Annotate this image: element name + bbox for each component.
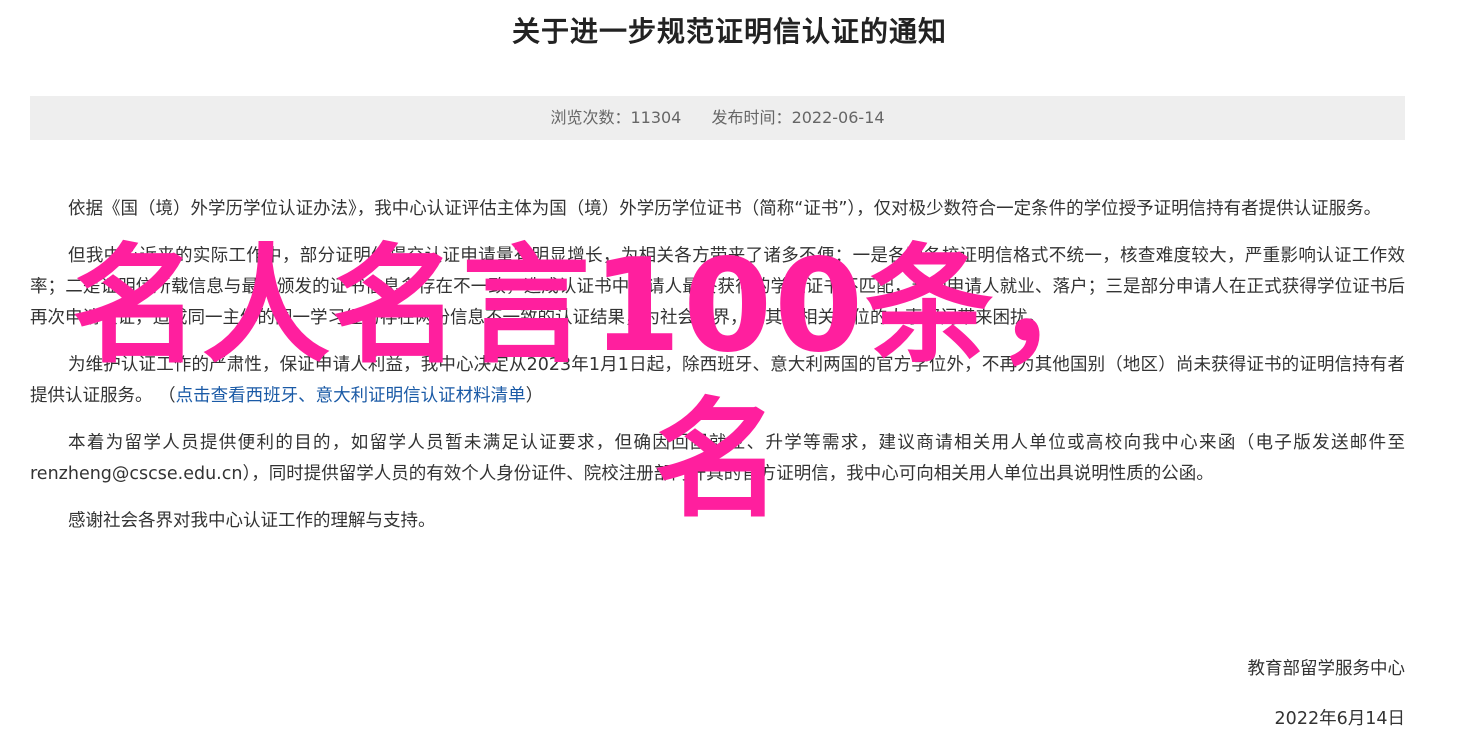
paragraph-1: 依据《国（境）外学历学位认证办法》，我中心认证评估主体为国（境）外学历学位证书（… — [68, 199, 1382, 219]
paragraph-5: 感谢社会各界对我中心认证工作的理解与支持。 — [68, 511, 436, 531]
paragraph-2: 但我中心近来的实际工作中，部分证明信提交认证申请量有明显增长，为相关各方带来了诸… — [30, 246, 1405, 328]
link-open-paren: （ — [158, 386, 176, 406]
publish-date-label: 发布时间： — [711, 108, 792, 127]
views-count: 11304 — [630, 108, 682, 127]
article-title: 关于进一步规范证明信认证的通知 — [511, 15, 947, 48]
link-close-paren: ） — [525, 386, 544, 406]
materials-list-link[interactable]: 点击查看西班牙、意大利证明信认证材料清单 — [176, 386, 526, 406]
article-meta-bar: 浏览次数：11304 发布时间：2022-06-14 — [30, 96, 1405, 140]
paragraph-3: 为维护认证工作的严肃性，保证申请人利益，我中心决定从2023年1月1日起，除西班… — [30, 350, 1405, 412]
views-label: 浏览次数： — [550, 108, 631, 127]
paragraph-4: 本着为留学人员提供便利的目的，如留学人员暂未满足认证要求，但确因回国就业、升学等… — [30, 433, 1405, 484]
signature-organization: 教育部留学服务中心 — [1247, 659, 1406, 679]
article-body: 依据《国（境）外学历学位认证办法》，我中心认证评估主体为国（境）外学历学位证书（… — [30, 194, 1405, 553]
publish-date: 2022-06-14 — [791, 108, 885, 127]
signature-date: 2022年6月14日 — [1274, 709, 1405, 729]
